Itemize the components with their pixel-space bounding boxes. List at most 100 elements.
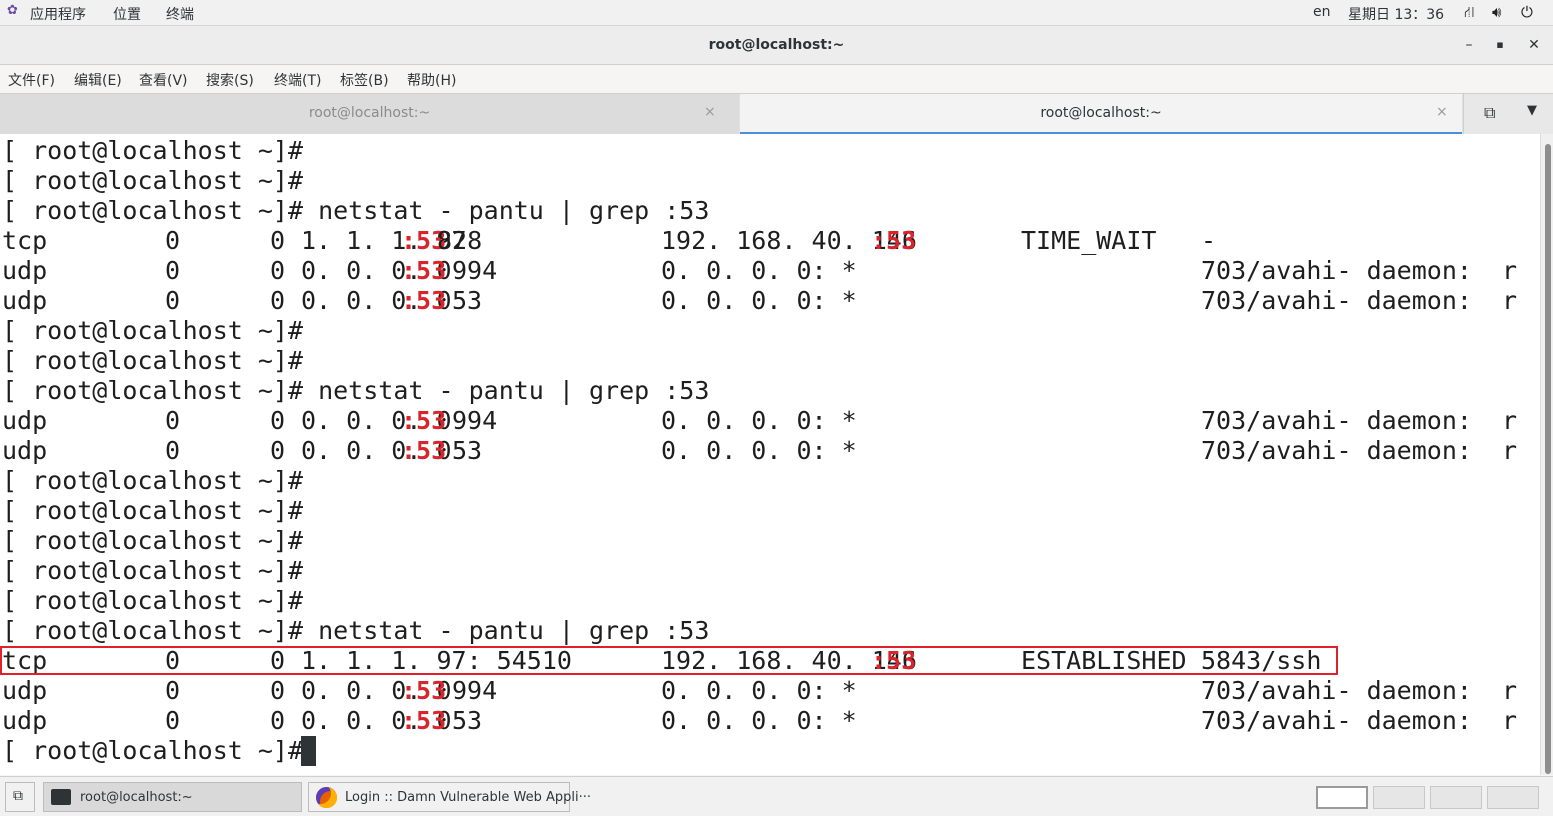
menu-tabs[interactable]: 标签(B): [340, 70, 389, 90]
terminal-field: 0: [165, 406, 181, 435]
terminal-text: [ root@localhost ~]#: [2, 346, 304, 375]
menu-bar: 文件(F) 编辑(E) 查看(V) 搜索(S) 终端(T) 标签(B) 帮助(H…: [0, 65, 1553, 93]
chevron-down-icon[interactable]: ▼: [1527, 103, 1537, 118]
terminal-field: udp: [2, 406, 48, 435]
terminal-scrollbar[interactable]: [1540, 134, 1553, 775]
workspace-2[interactable]: [1373, 786, 1425, 809]
firefox-icon: [316, 787, 337, 808]
terminal-field: 53: [452, 286, 483, 315]
terminal-field: udp: [2, 436, 48, 465]
tab-label: root@localhost:~: [1040, 105, 1162, 121]
terminal-text: [ root@localhost ~]#: [2, 466, 304, 495]
active-app-menu[interactable]: 终端: [166, 4, 194, 24]
terminal-field: 0: [165, 436, 181, 465]
terminal-field: 0. 0. 0. 0: *: [661, 436, 857, 465]
terminal-field: 703/avahi- daemon: r: [1201, 256, 1518, 285]
tab-terminal-1[interactable]: root@localhost:~ ×: [0, 94, 739, 134]
volume-icon[interactable]: 🔊︎: [1492, 3, 1501, 21]
terminal-field: 0: [165, 256, 181, 285]
terminal-field: udp: [2, 676, 48, 705]
places-menu[interactable]: 位置: [113, 4, 141, 24]
terminal-field: 994: [452, 256, 498, 285]
terminal-field: 53: [452, 436, 483, 465]
taskbar: ⧉ root@localhost:~ Login :: Damn Vulnera…: [0, 776, 1553, 816]
terminal-text: [ root@localhost ~]#: [2, 736, 304, 765]
scrollbar-thumb[interactable]: [1545, 144, 1551, 774]
terminal-field: udp: [2, 286, 48, 315]
menu-help[interactable]: 帮助(H): [407, 70, 456, 90]
menu-edit[interactable]: 编辑(E): [74, 70, 122, 90]
terminal-field: 53: [452, 706, 483, 735]
terminal-text: [ root@localhost ~]# netstat - pantu | g…: [2, 376, 710, 405]
terminal-text: [ root@localhost ~]#: [2, 166, 304, 195]
workspace-4[interactable]: [1487, 786, 1539, 809]
terminal-text: [ root@localhost ~]#: [2, 556, 304, 585]
terminal-field: 703/avahi- daemon: r: [1201, 286, 1518, 315]
menu-view[interactable]: 查看(V): [139, 70, 188, 90]
terminal-field: tcp: [2, 226, 48, 255]
tab-label: root@localhost:~: [308, 105, 431, 121]
terminal-text: [ root@localhost ~]# netstat - pantu | g…: [2, 196, 710, 225]
system-top-bar: ✿ 应用程序 位置 终端 en 星期日 13：36 ⛙ 🔊︎ ⏻: [0, 0, 1553, 26]
maximize-button[interactable]: ▪: [1489, 34, 1511, 56]
terminal-field: 0. 0. 0. 0: *: [661, 706, 857, 735]
tab-bar: root@localhost:~ × root@localhost:~ × ⧉ …: [0, 93, 1553, 135]
menu-file[interactable]: 文件(F): [8, 70, 55, 90]
terminal-field: -: [1201, 226, 1217, 255]
network-icon[interactable]: ⛙: [1464, 3, 1475, 23]
port-highlight: :53: [401, 676, 447, 705]
terminal-field: 0: [165, 676, 181, 705]
port-highlight: :53: [401, 436, 447, 465]
terminal-text: [ root@localhost ~]#: [2, 586, 304, 615]
terminal-field: 703/avahi- daemon: r: [1201, 406, 1518, 435]
terminal-icon: [51, 789, 71, 805]
terminal-field: 0: [270, 676, 286, 705]
clock[interactable]: 星期日 13：36: [1348, 4, 1444, 24]
terminal-field: 828: [437, 226, 483, 255]
terminal-field: 0: [270, 256, 286, 285]
port-highlight: :53: [401, 706, 447, 735]
terminal-field: 0: [165, 706, 181, 735]
minimize-button[interactable]: –: [1458, 34, 1480, 56]
terminal-field: 0: [270, 226, 286, 255]
port-highlight: :53: [401, 406, 447, 435]
terminal-field: TIME_WAIT: [1021, 226, 1157, 255]
tab-terminal-2[interactable]: root@localhost:~ ×: [740, 94, 1462, 135]
terminal-field: 703/avahi- daemon: r: [1201, 676, 1518, 705]
menu-terminal[interactable]: 终端(T): [274, 70, 321, 90]
new-tab-icon[interactable]: ⧉: [1484, 103, 1495, 123]
show-desktop-button[interactable]: ⧉: [5, 782, 35, 812]
workspace-1[interactable]: [1316, 786, 1368, 809]
terminal-text: [ root@localhost ~]#: [2, 526, 304, 555]
terminal-field: 0: [270, 406, 286, 435]
terminal-field: udp: [2, 706, 48, 735]
taskbar-item-terminal[interactable]: root@localhost:~: [43, 782, 302, 812]
terminal-field: 0. 0. 0. 0: *: [661, 406, 857, 435]
workspace-3[interactable]: [1430, 786, 1482, 809]
terminal-view[interactable]: [ root@localhost ~]#[ root@localhost ~]#…: [0, 134, 1540, 775]
show-desktop-icon: ⧉: [13, 788, 23, 804]
menu-search[interactable]: 搜索(S): [206, 70, 254, 90]
power-icon[interactable]: ⏻: [1521, 3, 1533, 21]
terminal-text: [ root@localhost ~]#: [2, 136, 304, 165]
taskbar-item-label: root@localhost:~: [80, 790, 193, 805]
terminal-text: [ root@localhost ~]# netstat - pantu | g…: [2, 616, 710, 645]
taskbar-item-label: Login :: Damn Vulnerable Web Appli···: [345, 790, 592, 805]
terminal-text: [ root@localhost ~]#: [2, 316, 304, 345]
terminal-field: 0. 0. 0. 0: *: [661, 676, 857, 705]
window-title: root@localhost:~: [708, 37, 845, 53]
terminal-field: 0: [270, 706, 286, 735]
terminal-field: 703/avahi- daemon: r: [1201, 436, 1518, 465]
tab-close-icon[interactable]: ×: [704, 104, 716, 120]
close-window-button[interactable]: ✕: [1523, 34, 1545, 56]
terminal-field: 0: [270, 286, 286, 315]
port-highlight: :53: [401, 256, 447, 285]
apps-menu-icon[interactable]: ✿: [7, 3, 18, 18]
tab-close-icon[interactable]: ×: [1436, 104, 1448, 120]
terminal-field: 0: [270, 436, 286, 465]
applications-menu[interactable]: 应用程序: [30, 4, 86, 24]
terminal-field: 0. 0. 0. 0: *: [661, 286, 857, 315]
input-method-indicator[interactable]: en: [1313, 4, 1331, 20]
taskbar-item-firefox[interactable]: Login :: Damn Vulnerable Web Appli···: [308, 782, 591, 812]
window-title-bar: root@localhost:~ – ▪ ✕: [0, 26, 1553, 65]
